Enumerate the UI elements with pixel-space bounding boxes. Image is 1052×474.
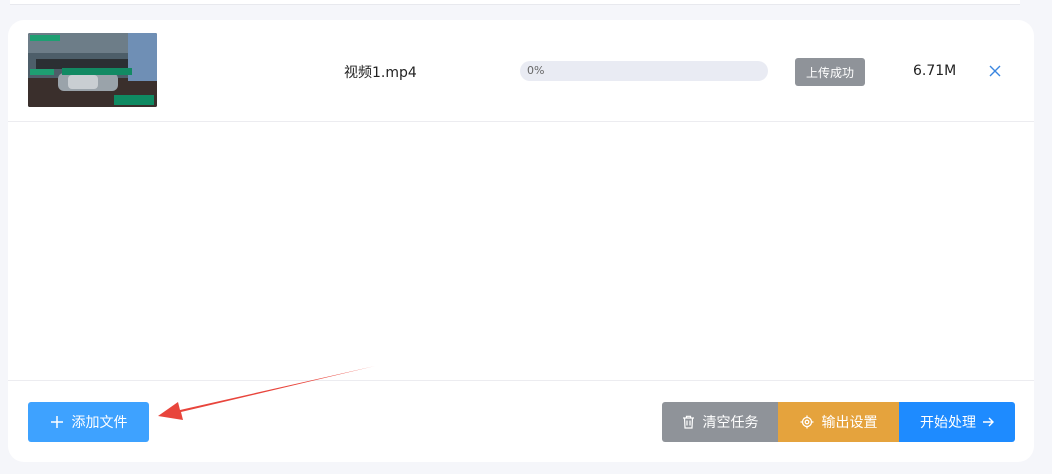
file-size: 6.71M xyxy=(913,63,957,79)
file-name: 视频1.mp4 xyxy=(344,65,417,81)
file-list-panel: 视频1.mp4 0% 上传成功 6.71M 添加文件 清空任务 输出设置 开始处… xyxy=(8,20,1034,462)
previous-panel-edge xyxy=(10,0,1020,5)
close-icon xyxy=(989,65,1001,77)
remove-file-button[interactable] xyxy=(986,62,1004,80)
video-thumbnail xyxy=(28,33,157,107)
progress-percent: 0% xyxy=(527,64,545,77)
start-processing-button[interactable]: 开始处理 xyxy=(899,402,1015,442)
output-settings-label: 输出设置 xyxy=(821,415,878,431)
status-badge: 上传成功 xyxy=(795,58,865,86)
file-row: 视频1.mp4 0% 上传成功 6.71M xyxy=(8,20,1034,122)
arrow-right-icon xyxy=(983,417,994,427)
plus-icon xyxy=(50,416,63,428)
clear-tasks-label: 清空任务 xyxy=(702,415,759,431)
footer-divider xyxy=(8,380,1034,381)
output-settings-button[interactable]: 输出设置 xyxy=(778,402,899,442)
add-file-button[interactable]: 添加文件 xyxy=(28,402,149,442)
start-processing-label: 开始处理 xyxy=(920,415,976,431)
clear-tasks-button[interactable]: 清空任务 xyxy=(662,402,778,442)
trash-icon xyxy=(682,415,694,429)
gear-icon xyxy=(800,415,813,429)
add-file-label: 添加文件 xyxy=(71,415,128,431)
upload-progress-bar: 0% xyxy=(520,61,768,81)
